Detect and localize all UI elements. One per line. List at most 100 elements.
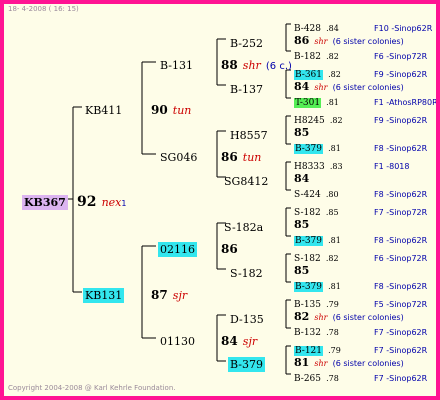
gen3-score-row: 82 shr (6 sister colonies) — [294, 307, 404, 323]
gen4-origin: F9 -Sinop62R — [374, 116, 428, 125]
gen4-value: .83 — [329, 162, 343, 171]
gen2-score: 84 — [221, 334, 238, 348]
gen1-info: 90 tun — [151, 101, 191, 117]
gen3-node[interactable]: S-182a — [224, 218, 263, 234]
gen1-score: 87 — [151, 288, 168, 302]
gen2-info: 86 tun — [221, 148, 261, 164]
gen4-origin: F6 -Sinop72R — [374, 254, 428, 263]
root-name: KB367 — [22, 195, 68, 210]
gen4-origin: F1 -AthosRP80R — [374, 98, 438, 107]
gen3-name: B-137 — [230, 83, 263, 96]
gen2-node[interactable]: SG046 — [160, 148, 197, 164]
gen3-name: S-182 — [230, 267, 263, 280]
gen1-info: 87 sjr — [151, 286, 187, 302]
gen3-node[interactable]: S-182 — [230, 264, 263, 280]
gen2-info: 88 shr (6 c.) — [221, 56, 292, 72]
gen3-node[interactable]: D-135 — [230, 310, 264, 326]
gen1-score: 90 — [151, 103, 168, 117]
root-node[interactable]: KB367 — [22, 193, 68, 210]
gen2-node[interactable]: 01130 — [160, 332, 195, 348]
gen2-score: 86 — [221, 242, 238, 256]
gen1-node[interactable]: KB411 — [85, 101, 122, 117]
gen4-lower-row: B-132 .78 — [294, 322, 339, 338]
gen4-lower-origin: F7 -Sinop62R — [374, 322, 427, 338]
gen4-origin: F7 -Sinop62R — [374, 328, 428, 337]
gen3-node[interactable]: B-137 — [230, 80, 263, 96]
pedigree-lines — [67, 23, 291, 375]
gen2-name: 02116 — [158, 242, 197, 257]
gen4-origin: F8 -Sinop62R — [374, 236, 428, 245]
gen3-sibs: (6 sister colonies) — [332, 313, 404, 322]
gen4-value: .81 — [326, 98, 339, 107]
gen4-upper-origin: F7 -Sinop72R — [374, 202, 427, 218]
gen1-name: KB411 — [85, 104, 123, 117]
gen4-value: .85 — [325, 208, 339, 217]
pedigree-chart: 18- 4-2008 ( 16: 15) KB367 92 nex1 KB411… — [0, 0, 440, 400]
gen4-origin: F8 -Sinop62R — [374, 144, 428, 153]
gen4-lower-origin: F7 -Sinop62R — [374, 368, 427, 384]
gen4-upper-origin: F6 -Sinop72R — [374, 248, 427, 264]
gen4-origin: F7 -Sinop72R — [374, 208, 428, 217]
gen4-value: .82 — [325, 254, 339, 263]
gen3-sibs: (6 sister colonies) — [332, 83, 404, 92]
gen3-score-row: 85 — [294, 215, 309, 231]
gen4-lower-origin: F8 -Sinop62R — [374, 184, 427, 200]
gen1-name: KB131 — [83, 288, 125, 303]
copyright-footer: Copyright 2004-2008 @ Karl Kehrle Founda… — [8, 384, 176, 392]
gen4-lower-row: T-301 .81 — [294, 92, 339, 108]
root-tag: nex — [101, 196, 122, 209]
gen3-node[interactable]: B-379 — [228, 355, 265, 372]
gen3-name: S-182a — [224, 221, 264, 234]
gen3-name: D-135 — [230, 313, 264, 326]
gen4-lower-row: B-379 .81 — [294, 230, 341, 246]
report-date: 18- 4-2008 ( 16: 15) — [8, 5, 79, 13]
gen4-lower-origin: F6 -Sinop72R — [374, 46, 427, 62]
gen3-name: H8557 — [230, 129, 268, 142]
gen2-note: (6 c.) — [265, 61, 292, 72]
gen2-node[interactable]: 02116 — [158, 240, 197, 257]
gen1-node[interactable]: KB131 — [83, 286, 125, 303]
gen4-value: .81 — [328, 144, 341, 153]
gen3-name: SG8412 — [224, 175, 269, 188]
gen4-value: .80 — [325, 190, 339, 199]
gen4-origin: F8 -Sinop62R — [374, 190, 428, 199]
gen4-value: .81 — [328, 236, 341, 245]
gen3-name: B-252 — [230, 37, 263, 50]
gen4-name[interactable]: B-265 — [294, 374, 321, 384]
gen3-score-row: 84 shr (6 sister colonies) — [294, 77, 404, 93]
gen2-info: 86 — [221, 240, 238, 256]
gen4-name[interactable]: T-301 — [294, 98, 322, 108]
gen4-lower-row: B-265 .78 — [294, 368, 339, 384]
gen3-node[interactable]: SG8412 — [224, 172, 268, 188]
gen4-origin: F7 -Sinop62R — [374, 374, 428, 383]
gen2-score: 86 — [221, 150, 238, 164]
gen4-name[interactable]: B-182 — [294, 52, 321, 62]
gen2-node[interactable]: B-131 — [160, 56, 193, 72]
gen3-sibs: (6 sister colonies) — [332, 37, 404, 46]
gen4-name[interactable]: B-379 — [294, 236, 323, 246]
gen4-lower-row: B-379 .81 — [294, 138, 341, 154]
gen2-tag: tun — [242, 151, 262, 164]
gen3-node[interactable]: B-252 — [230, 34, 263, 50]
root-info: 92 nex1 — [77, 193, 126, 209]
gen4-name[interactable]: S-424 — [294, 190, 321, 200]
root-score: 92 — [77, 194, 97, 210]
gen1-tag: tun — [172, 104, 192, 117]
gen4-value: .78 — [326, 374, 339, 383]
gen2-info: 84 sjr — [221, 332, 257, 348]
gen4-lower-row: B-379 .81 — [294, 276, 341, 292]
gen4-name[interactable]: B-132 — [294, 328, 321, 338]
gen4-lower-origin: F1 -AthosRP80R — [374, 92, 438, 108]
gen4-name[interactable]: B-379 — [294, 144, 323, 154]
gen3-score-row: 86 shr (6 sister colonies) — [294, 31, 404, 47]
gen2-name: B-131 — [160, 59, 193, 72]
gen4-origin: F6 -Sinop72R — [374, 52, 428, 61]
gen3-sibs: (6 sister colonies) — [332, 359, 404, 368]
gen3-score-row: 85 — [294, 261, 309, 277]
gen3-node[interactable]: H8557 — [230, 126, 268, 142]
gen2-score: 88 — [221, 58, 238, 72]
gen3-score-row: 84 — [294, 169, 309, 185]
gen2-name: 01130 — [160, 335, 195, 348]
gen4-name[interactable]: B-379 — [294, 282, 323, 292]
gen2-name: SG046 — [160, 151, 198, 164]
